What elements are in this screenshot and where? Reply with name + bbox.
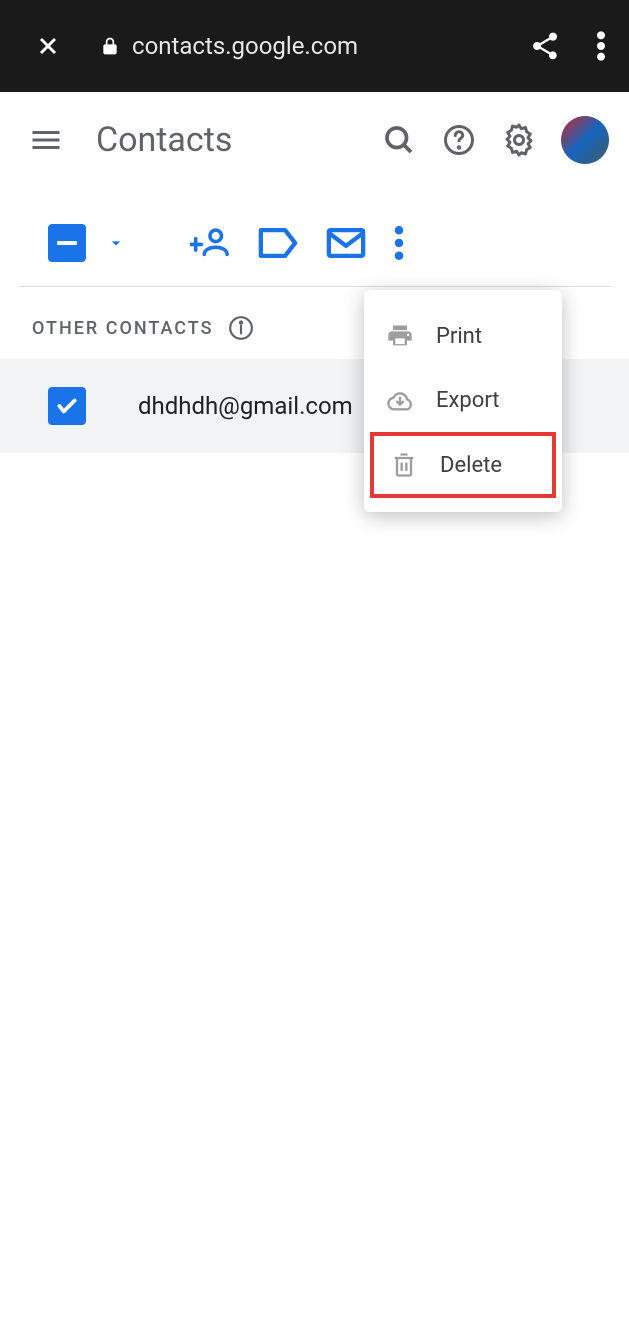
menu-item-label: Print bbox=[436, 324, 482, 349]
add-person-icon[interactable] bbox=[190, 225, 230, 261]
browser-url-text: contacts.google.com bbox=[132, 32, 358, 60]
cloud-download-icon bbox=[386, 386, 414, 414]
browser-more-icon[interactable] bbox=[597, 30, 605, 62]
page-title: Contacts bbox=[96, 120, 357, 160]
contact-checkbox[interactable] bbox=[48, 387, 86, 425]
info-icon[interactable] bbox=[228, 315, 254, 341]
hamburger-menu-icon[interactable] bbox=[28, 122, 64, 158]
menu-item-export[interactable]: Export bbox=[364, 368, 562, 432]
contact-email: dhdhdh@gmail.com bbox=[138, 392, 353, 420]
menu-item-label: Delete bbox=[440, 453, 502, 478]
lock-icon bbox=[100, 34, 120, 58]
gear-icon[interactable] bbox=[501, 122, 537, 158]
label-icon[interactable] bbox=[258, 226, 298, 260]
browser-close-button[interactable] bbox=[24, 32, 72, 60]
share-icon[interactable] bbox=[529, 30, 561, 62]
menu-item-delete[interactable]: Delete bbox=[370, 432, 556, 498]
browser-url-area[interactable]: contacts.google.com bbox=[100, 32, 529, 60]
email-icon[interactable] bbox=[326, 227, 366, 259]
trash-icon bbox=[390, 450, 418, 480]
dropdown-menu: Print Export Delete bbox=[364, 290, 562, 512]
browser-right-actions bbox=[529, 30, 605, 62]
section-title: OTHER CONTACTS bbox=[32, 318, 214, 339]
close-icon bbox=[34, 32, 62, 60]
more-vert-icon[interactable] bbox=[394, 226, 404, 260]
action-toolbar bbox=[0, 188, 629, 286]
check-icon bbox=[54, 393, 80, 419]
select-all-checkbox[interactable] bbox=[48, 224, 86, 262]
menu-item-label: Export bbox=[436, 388, 500, 413]
chevron-down-icon[interactable] bbox=[106, 233, 126, 253]
search-icon[interactable] bbox=[381, 122, 417, 158]
help-icon[interactable] bbox=[441, 122, 477, 158]
browser-chrome-bar: contacts.google.com bbox=[0, 0, 629, 92]
app-header: Contacts bbox=[0, 92, 629, 188]
print-icon bbox=[386, 322, 414, 350]
avatar[interactable] bbox=[561, 116, 609, 164]
menu-item-print[interactable]: Print bbox=[364, 304, 562, 368]
